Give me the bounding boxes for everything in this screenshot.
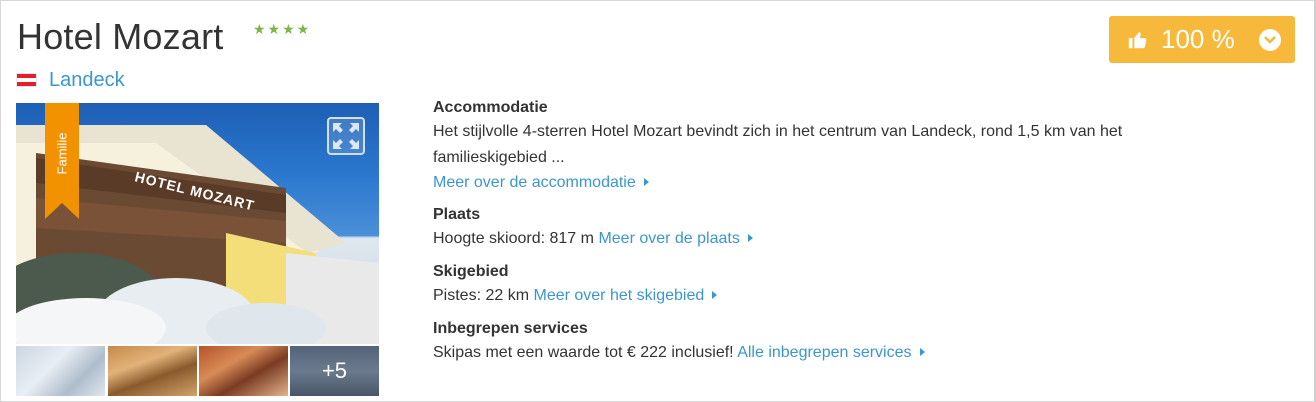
accommodation-text-line1: Het stijlvolle 4-sterren Hotel Mozart be… xyxy=(433,123,1123,140)
chevron-down-icon[interactable] xyxy=(1259,29,1281,51)
arrow-right-icon xyxy=(712,290,718,299)
services-more-link[interactable]: Alle inbegrepen services xyxy=(737,344,911,361)
skiarea-text: Pistes: 22 km xyxy=(433,287,530,304)
star-rating: ★★★★ xyxy=(253,21,312,37)
thumbnail-photo-bar[interactable] xyxy=(199,346,288,396)
skiarea-heading: Skigebied xyxy=(433,263,509,280)
hotel-info: Accommodatie Het stijlvolle 4-sterren Ho… xyxy=(433,97,1273,375)
expand-icon[interactable] xyxy=(327,117,365,155)
arrow-right-icon xyxy=(919,347,925,356)
more-photos-count: +5 xyxy=(290,346,379,396)
thumbs-up-icon xyxy=(1127,29,1149,51)
accommodation-text-line2: familieskigebied ... xyxy=(433,149,565,166)
rating-button[interactable]: 100 % xyxy=(1109,16,1295,63)
austria-flag-icon xyxy=(16,73,37,87)
thumbnail-photo-room[interactable] xyxy=(16,346,105,396)
location-link[interactable]: Landeck xyxy=(49,67,125,93)
place-text: Hoogte skioord: 817 m xyxy=(433,230,594,247)
thumbnail-photo-reception[interactable] xyxy=(108,346,197,396)
skiarea-more-link[interactable]: Meer over het skigebied xyxy=(533,287,704,304)
accommodation-more-link[interactable]: Meer over de accommodatie xyxy=(433,174,636,191)
place-more-link[interactable]: Meer over de plaats xyxy=(598,230,739,247)
thumbnail-more-photos[interactable]: +5 xyxy=(290,346,379,396)
rating-value: 100 % xyxy=(1161,24,1235,54)
arrow-right-icon xyxy=(747,233,753,242)
family-ribbon-label: Familie xyxy=(54,132,70,174)
hotel-title[interactable]: Hotel Mozart xyxy=(17,15,223,59)
arrow-right-icon xyxy=(643,177,649,186)
services-heading: Inbegrepen services xyxy=(433,320,588,337)
place-heading: Plaats xyxy=(433,206,481,223)
accommodation-heading: Accommodatie xyxy=(433,99,548,116)
section-skiarea: Skigebied Pistes: 22 km Meer over het sk… xyxy=(433,261,1273,309)
hotel-card: Hotel Mozart ★★★★ Landeck 100 % HOTEL MO… xyxy=(0,0,1316,402)
section-place: Plaats Hoogte skioord: 817 m Meer over d… xyxy=(433,204,1273,252)
services-text: Skipas met een waarde tot € 222 inclusie… xyxy=(433,344,734,361)
section-accommodation: Accommodatie Het stijlvolle 4-sterren Ho… xyxy=(433,97,1273,195)
section-services: Inbegrepen services Skipas met een waard… xyxy=(433,318,1273,366)
